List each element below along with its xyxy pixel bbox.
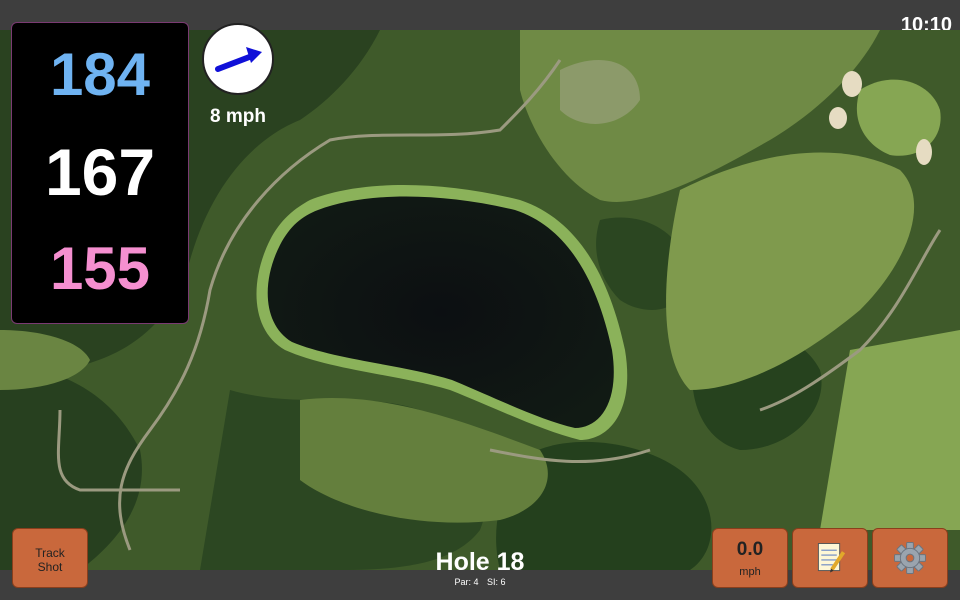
front-distance: 155 xyxy=(49,235,151,302)
hole-par: Par: 4 xyxy=(454,577,479,587)
wind-speed-label: 8 mph xyxy=(210,106,266,127)
speed-value: 0.0 xyxy=(736,539,764,560)
back-distance: 184 xyxy=(49,41,151,108)
notes-button[interactable] xyxy=(792,528,868,588)
notepad-icon xyxy=(817,543,846,573)
gear-icon xyxy=(894,542,926,574)
hole-info: Par: 4 SI: 6 xyxy=(380,577,580,587)
wind-arrow-icon xyxy=(215,47,262,72)
track-shot-button[interactable]: Track Shot xyxy=(12,528,88,588)
track-shot-label-line1: Track xyxy=(35,546,65,560)
speed-unit: mph xyxy=(739,566,761,578)
wind-indicator[interactable] xyxy=(202,23,274,95)
middle-distance: 167 xyxy=(44,135,156,209)
speed-button[interactable]: 0.0 mph xyxy=(712,528,788,588)
distance-panel: 184 167 155 xyxy=(11,22,189,324)
settings-button[interactable] xyxy=(872,528,948,588)
hole-stroke-index: SI: 6 xyxy=(487,577,506,587)
track-shot-label-line2: Shot xyxy=(37,560,63,574)
hole-title: Hole 18 xyxy=(435,548,525,576)
